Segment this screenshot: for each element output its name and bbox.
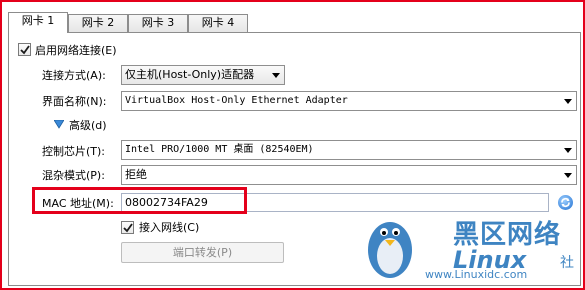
checkmark-icon xyxy=(123,223,133,233)
adapter-name-label: 界面名称(N): xyxy=(42,95,107,108)
attached-to-select[interactable]: 仅主机(Host-Only)适配器 xyxy=(121,65,285,85)
promiscuous-select[interactable]: 拒绝 xyxy=(121,165,577,185)
cable-connected-label: 接入网线(C) xyxy=(139,221,200,234)
tab-adapter-1[interactable]: 网卡 1 xyxy=(8,12,68,33)
port-forwarding-button[interactable]: 端口转发(P) xyxy=(121,242,284,263)
expand-triangle-icon[interactable] xyxy=(53,119,65,129)
mac-highlight-box xyxy=(32,187,247,214)
cable-connected-checkbox[interactable] xyxy=(121,221,134,234)
promiscuous-value: 拒绝 xyxy=(125,168,147,181)
watermark-site: www.Linuxidc.com xyxy=(425,268,528,281)
attached-to-value: 仅主机(Host-Only)适配器 xyxy=(125,68,255,81)
adapter-type-value: Intel PRO/1000 MT 桌面 (82540EM) xyxy=(125,144,314,155)
chevron-down-icon xyxy=(564,148,572,153)
enable-adapter-label: 启用网络连接(E) xyxy=(35,44,117,57)
watermark: 黑区网络 Linux 社 www.Linuxidc.com xyxy=(355,206,581,286)
chevron-down-icon xyxy=(272,73,280,78)
adapter-type-label: 控制芯片(T): xyxy=(42,145,106,158)
tab-adapter-3[interactable]: 网卡 3 xyxy=(128,14,188,32)
adapter-type-select[interactable]: Intel PRO/1000 MT 桌面 (82540EM) xyxy=(121,140,577,160)
checkmark-icon xyxy=(20,45,30,55)
attached-to-label: 连接方式(A): xyxy=(42,69,106,82)
adapter-name-value: VirtualBox Host-Only Ethernet Adapter xyxy=(125,95,348,106)
enable-adapter-checkbox[interactable] xyxy=(18,43,31,56)
promiscuous-label: 混杂模式(P): xyxy=(42,169,105,182)
tab-adapter-4[interactable]: 网卡 4 xyxy=(188,14,248,32)
chevron-down-icon xyxy=(564,173,572,178)
chevron-down-icon xyxy=(564,99,572,104)
adapter-name-select[interactable]: VirtualBox Host-Only Ethernet Adapter xyxy=(121,91,577,111)
advanced-label[interactable]: 高级(d) xyxy=(69,119,107,132)
tux-logo-icon xyxy=(368,222,412,278)
watermark-suffix: 社 xyxy=(560,255,574,271)
tab-adapter-2[interactable]: 网卡 2 xyxy=(68,14,128,32)
